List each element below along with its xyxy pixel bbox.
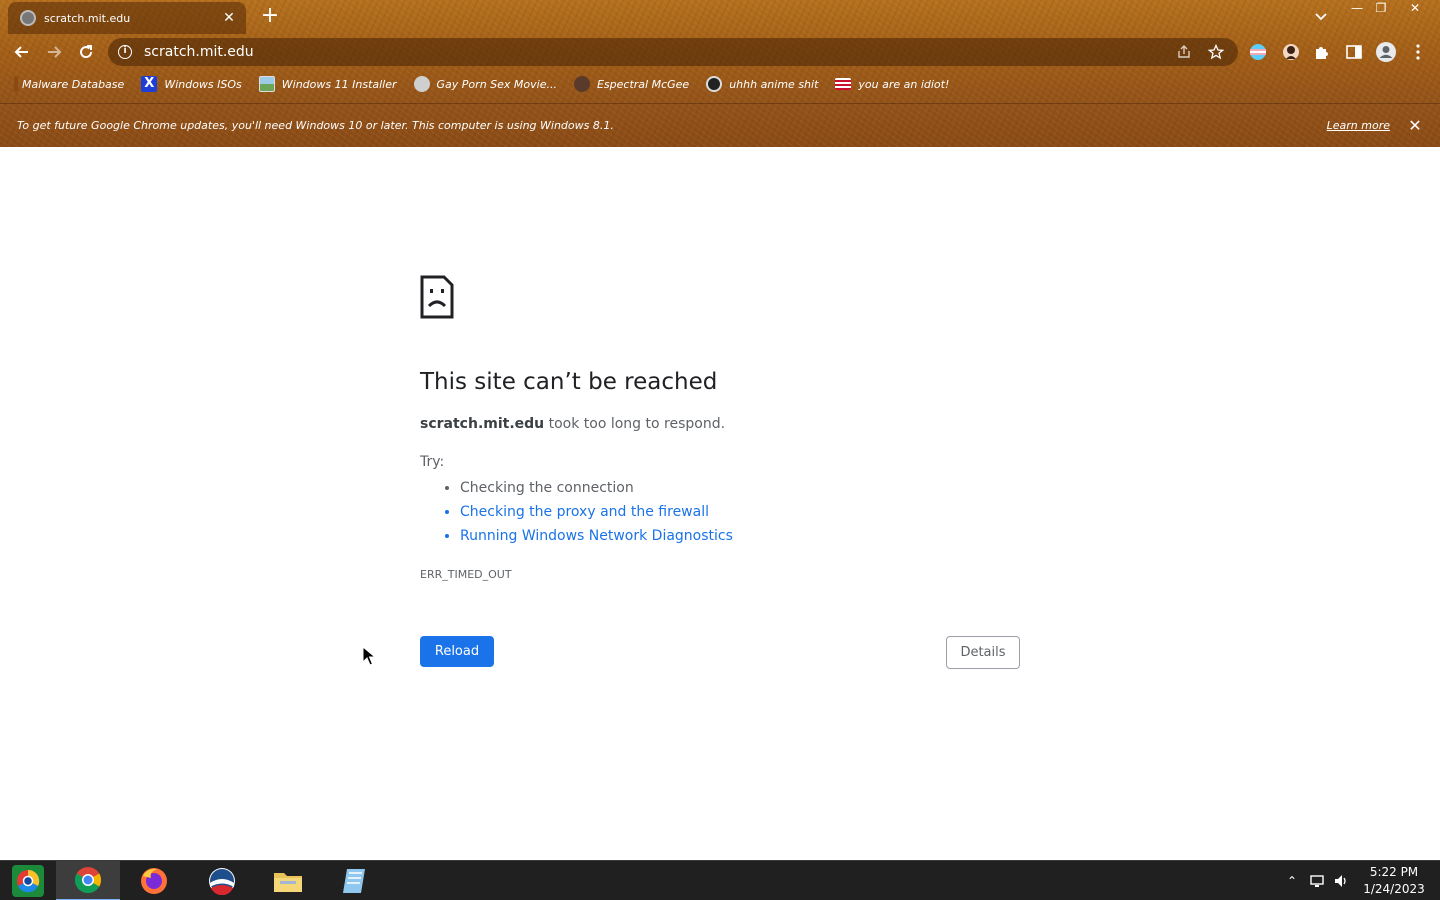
close-window-button[interactable]: ✕ [1400,0,1430,18]
firefox-icon [141,868,167,894]
forward-button[interactable] [42,40,66,64]
taskbar-notepad[interactable] [322,861,386,900]
clock[interactable]: 5:22 PM 1/24/2023 [1354,864,1434,898]
minimize-button[interactable]: — [1344,0,1370,18]
suggestion-check-connection: Checking the connection [460,476,1020,500]
suggestion-check-proxy-link[interactable]: Checking the proxy and the firewall [460,500,1020,524]
volume-icon[interactable] [1330,861,1352,900]
info-icon[interactable]: i [118,45,132,59]
infobar-message: To get future Google Chrome updates, you… [17,119,614,132]
toolbar: i scratch.mit.edu [0,34,1440,70]
taskbar-firefox[interactable] [122,861,186,900]
close-icon[interactable]: ✕ [1406,116,1424,135]
error-host: scratch.mit.edu [420,416,545,432]
close-tab-icon[interactable]: ✕ [220,10,238,26]
arrow-left-icon [14,46,28,58]
x-icon: X [141,76,158,92]
taskbar-obama-app[interactable] [190,861,254,900]
image-icon [258,76,275,92]
tab-scratch[interactable]: scratch.mit.edu ✕ [8,2,246,34]
back-button[interactable] [10,40,34,64]
bookmark-malware-database[interactable]: Malware Database [14,76,124,92]
details-button[interactable]: Details [946,636,1020,669]
profile-icon[interactable] [1374,40,1398,64]
menu-icon[interactable] [1408,42,1428,62]
sad-document-icon [420,275,454,319]
taskbar-file-explorer[interactable] [256,861,320,900]
suggestion-network-diagnostics-link[interactable]: Running Windows Network Diagnostics [460,524,1020,548]
globe-icon [20,10,36,26]
clock-time: 5:22 PM [1369,865,1419,879]
notepad-icon [343,869,365,893]
flag-icon [835,78,852,90]
chrome-icon [74,867,102,894]
restore-button[interactable]: ❐ [1368,0,1394,18]
malware-icon [14,76,18,92]
puzzle-icon[interactable] [1312,42,1332,62]
arrow-right-icon [48,46,62,58]
taskbar-chrome[interactable] [56,861,120,900]
taskbar: ⌃ 5:22 PM 1/24/2023 [0,860,1440,900]
update-infobar: To get future Google Chrome updates, you… [0,103,1440,147]
bookmark-windows-isos[interactable]: X Windows ISOs [141,76,242,92]
bookmark-windows-11-installer[interactable]: Windows 11 Installer [258,76,397,92]
browser-chrome: scratch.mit.edu ✕ + — ❐ ✕ i scratch.mit.… [0,0,1440,147]
tab-title: scratch.mit.edu [44,11,131,25]
try-label: Try: [420,454,445,470]
share-icon[interactable] [1174,42,1194,62]
learn-more-link[interactable]: Learn more [1327,119,1390,132]
new-tab-button[interactable]: + [258,5,282,29]
start-button[interactable] [0,861,56,900]
error-message: scratch.mit.edu took too long to respond… [420,416,1020,432]
chevron-down-icon[interactable] [1312,6,1330,26]
start-icon [12,865,44,897]
error-code: ERR_TIMED_OUT [420,568,512,581]
side-panel-icon[interactable] [1344,42,1364,62]
avatar-icon [573,76,590,92]
avatar-icon [413,76,430,92]
bookmark-movie-site[interactable]: Gay Porn Sex Movie... [413,76,557,92]
tab-strip: scratch.mit.edu ✕ + — ❐ ✕ [0,0,1440,34]
suggestions-list: Checking the connection Checking the pro… [420,476,1020,548]
url-text[interactable]: scratch.mit.edu [144,44,1174,60]
star-icon[interactable] [1206,42,1226,62]
avatar-icon [706,76,723,92]
error-message-text: took too long to respond. [544,416,726,432]
network-icon[interactable] [1306,861,1328,900]
address-bar[interactable]: i scratch.mit.edu [108,38,1238,66]
bookmarks-bar: Malware Database X Windows ISOs Windows … [0,72,1440,96]
obama-logo-icon [209,868,235,895]
avatar-extension-icon[interactable] [1281,42,1301,62]
bookmark-you-are-an-idiot[interactable]: you are an idiot! [835,78,949,91]
mouse-pointer-icon [362,646,376,666]
bookmark-espectral-mcgee[interactable]: Espectral McGee [573,76,689,92]
page-title: This site can’t be reached [420,369,718,395]
error-container: This site can’t be reached scratch.mit.e… [420,275,1020,581]
reload-icon [80,45,93,59]
trans-flag-extension-icon[interactable] [1248,42,1268,62]
reload-toolbar-button[interactable] [74,40,98,64]
page-content: This site can’t be reached scratch.mit.e… [0,147,1440,860]
bookmark-anime[interactable]: uhhh anime shit [706,76,818,92]
show-hidden-icons[interactable]: ⌃ [1282,861,1302,900]
reload-button[interactable]: Reload [420,636,494,667]
clock-date: 1/24/2023 [1363,882,1425,896]
folder-icon [274,873,302,892]
